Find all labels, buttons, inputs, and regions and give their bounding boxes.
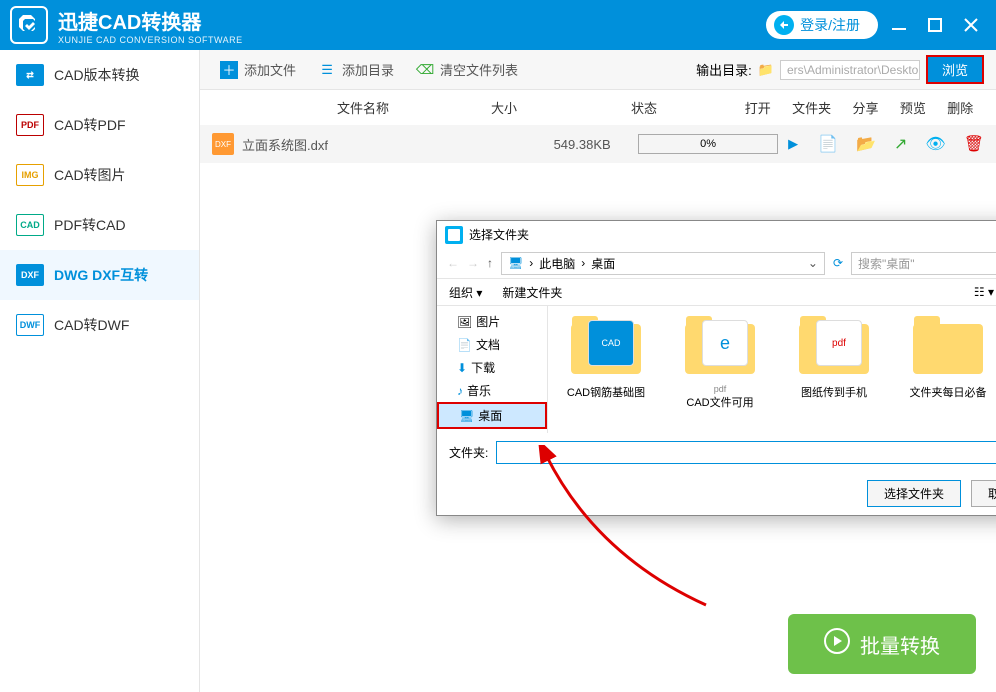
dialog-app-icon <box>445 226 463 244</box>
nav-forward-icon[interactable]: → <box>467 256 479 270</box>
col-size: 大小 <box>454 98 554 117</box>
play-circle-icon <box>824 628 850 660</box>
content-area: ＋ 添加文件 ☰ 添加目录 ⌫ 清空文件列表 输出目录: 📁 ers\Admin… <box>200 50 996 692</box>
preview-icon[interactable]: 👁 <box>925 134 945 154</box>
search-input[interactable]: 搜索"桌面" 🔍 <box>851 252 996 275</box>
sidebar-item-cad-to-image[interactable]: IMG CAD转图片 <box>0 150 199 200</box>
plus-icon: ＋ <box>220 61 238 79</box>
dxf-file-icon: DXF <box>212 133 234 155</box>
sidebar-item-cad-version[interactable]: ⇄ CAD版本转换 <box>0 50 199 100</box>
broom-icon: ⌫ <box>416 61 434 79</box>
open-file-icon[interactable]: 📄 <box>818 134 838 154</box>
add-directory-button[interactable]: ☰ 添加目录 <box>310 56 402 83</box>
sidebar-item-pdf-to-cad[interactable]: CAD PDF转CAD <box>0 200 199 250</box>
documents-icon: 📄 <box>457 338 472 352</box>
cancel-button[interactable]: 取消 <box>971 480 996 507</box>
file-row[interactable]: DXF 立面系统图.dxf 549.38KB 0% ▶ 📄 📂 ↗ 👁 🗑 <box>200 125 996 163</box>
folder-item[interactable]: CAD CAD钢筋基础图 <box>556 314 656 425</box>
app-subtitle: XUNJIE CAD CONVERSION SOFTWARE <box>58 35 243 45</box>
folder-item[interactable]: e pdf CAD文件可用 <box>670 314 770 425</box>
title-area: 迅捷CAD转换器 XUNJIE CAD CONVERSION SOFTWARE <box>58 6 243 45</box>
columns-header: 文件名称 大小 状态 打开 文件夹 分享 预览 删除 <box>200 90 996 125</box>
app-header: 迅捷CAD转换器 XUNJIE CAD CONVERSION SOFTWARE … <box>0 0 996 50</box>
col-delete: 删除 <box>947 98 973 117</box>
pictures-icon: 🖼 <box>457 315 472 329</box>
login-button[interactable]: 登录/注册 <box>766 11 878 39</box>
folder-tree: 🖼图片 📄文档 ⬇下载 ♪音乐 🖥桌面 <box>437 306 547 433</box>
new-folder-button[interactable]: 新建文件夹 <box>502 284 562 301</box>
app-title: 迅捷CAD转换器 <box>58 6 243 35</box>
tree-item-music[interactable]: ♪音乐 <box>437 379 547 402</box>
file-name: 立面系统图.dxf <box>242 135 532 154</box>
progress-bar: 0% <box>638 134 778 154</box>
tree-item-documents[interactable]: 📄文档 <box>437 333 547 356</box>
folder-input-label: 文件夹: <box>449 444 488 461</box>
tree-item-downloads[interactable]: ⬇下载 <box>437 356 547 379</box>
folder-item[interactable]: 文件夹每日必备 <box>898 314 996 425</box>
browse-button[interactable]: 浏览 <box>926 55 984 84</box>
sidebar-item-cad-to-pdf[interactable]: PDF CAD转PDF <box>0 100 199 150</box>
sidebar-item-dwg-dxf[interactable]: DXF DWG DXF互转 <box>0 250 199 300</box>
sidebar: ⇄ CAD版本转换 PDF CAD转PDF IMG CAD转图片 CAD PDF… <box>0 50 200 692</box>
col-filename: 文件名称 <box>272 98 454 117</box>
nav-back-icon[interactable]: ← <box>447 256 459 270</box>
login-icon <box>774 15 794 35</box>
close-button[interactable] <box>956 10 986 40</box>
sidebar-item-cad-to-dwf[interactable]: DWF CAD转DWF <box>0 300 199 350</box>
col-share: 分享 <box>852 98 878 117</box>
folder-name-input[interactable] <box>496 441 996 464</box>
folder-item[interactable]: pdf 图纸传到手机 <box>784 314 884 425</box>
organize-button[interactable]: 组织 ▾ <box>449 284 482 301</box>
minimize-button[interactable] <box>884 10 914 40</box>
delete-icon[interactable]: 🗑 <box>964 134 984 154</box>
folder-picker-dialog: 选择文件夹 ✕ ← → ↑ 🖥 › 此电脑 › 桌面 ⌄ ⟳ 搜索"桌面" <box>436 220 996 516</box>
desktop-icon: 🖥 <box>459 409 474 423</box>
dialog-titlebar: 选择文件夹 ✕ <box>437 221 996 249</box>
toolbar: ＋ 添加文件 ☰ 添加目录 ⌫ 清空文件列表 输出目录: 📁 ers\Admin… <box>200 50 996 90</box>
output-dir-label: 输出目录: <box>696 60 752 79</box>
play-icon[interactable]: ▶ <box>788 136 798 152</box>
add-file-button[interactable]: ＋ 添加文件 <box>212 56 304 83</box>
col-folder: 文件夹 <box>792 98 831 117</box>
refresh-icon[interactable]: ⟳ <box>833 256 843 270</box>
col-status: 状态 <box>554 98 734 117</box>
col-open: 打开 <box>745 98 771 117</box>
downloads-icon: ⬇ <box>457 361 467 375</box>
select-folder-button[interactable]: 选择文件夹 <box>867 480 961 507</box>
file-size: 549.38KB <box>532 137 632 152</box>
tree-item-desktop[interactable]: 🖥桌面 <box>437 402 547 429</box>
app-logo-icon <box>10 6 48 44</box>
pc-icon: 🖥 <box>508 256 523 270</box>
batch-convert-button[interactable]: 批量转换 <box>788 614 976 674</box>
list-icon: ☰ <box>318 61 336 79</box>
tree-item-pictures[interactable]: 🖼图片 <box>437 310 547 333</box>
output-path-field[interactable]: ers\Administrator\Desktop <box>780 60 920 80</box>
share-icon[interactable]: ↗ <box>894 134 907 154</box>
clear-list-button[interactable]: ⌫ 清空文件列表 <box>408 56 526 83</box>
maximize-button[interactable] <box>920 10 950 40</box>
nav-up-icon[interactable]: ↑ <box>487 256 493 270</box>
col-preview: 预览 <box>900 98 926 117</box>
folder-icon: 📁 <box>758 62 774 78</box>
view-mode-button[interactable]: ☷ ▾ <box>974 285 994 299</box>
path-breadcrumb[interactable]: 🖥 › 此电脑 › 桌面 ⌄ <box>501 252 825 275</box>
dialog-title-text: 选择文件夹 <box>469 226 529 243</box>
folder-grid: CAD CAD钢筋基础图 e pdf CAD文件可用 pdf 图纸传到手机 <box>548 306 996 433</box>
music-icon: ♪ <box>457 384 463 398</box>
dialog-nav: ← → ↑ 🖥 › 此电脑 › 桌面 ⌄ ⟳ 搜索"桌面" 🔍 <box>437 249 996 279</box>
dialog-tools: 组织 ▾ 新建文件夹 ☷ ▾ ❔ <box>437 278 996 306</box>
open-folder-icon[interactable]: 📂 <box>856 134 876 154</box>
